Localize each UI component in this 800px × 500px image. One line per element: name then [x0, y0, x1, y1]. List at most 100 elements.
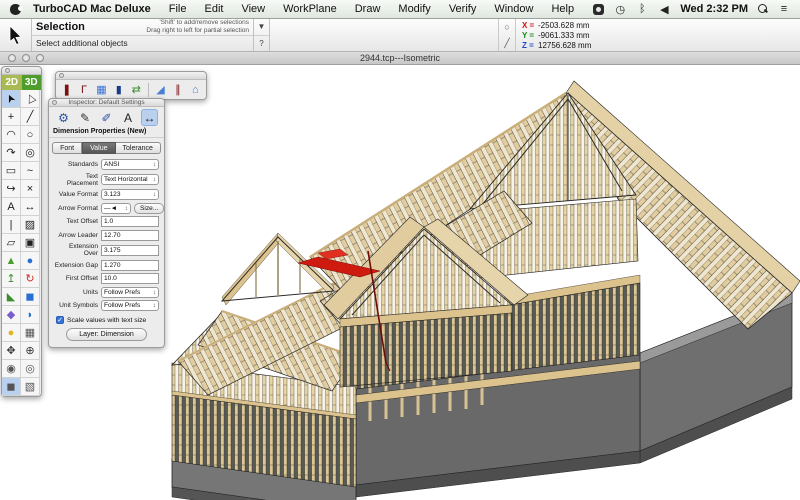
dimension-tool[interactable]: ↔	[21, 198, 40, 216]
door-tool[interactable]: ▮	[111, 82, 126, 98]
selection-cursor-icon[interactable]	[0, 19, 32, 51]
hatch-tool[interactable]: ▨	[21, 216, 40, 234]
arrow-size-button[interactable]: Size...	[134, 203, 164, 214]
inspector-titlebar[interactable]: Inspector: Default Settings	[49, 99, 164, 107]
sphere-3d-tool[interactable]: ●	[21, 252, 40, 270]
menu-item-verify[interactable]: Verify	[440, 1, 486, 17]
text-placement-select[interactable]: Text Horizontal↕	[101, 174, 159, 185]
fillet-tool[interactable]: ↪	[2, 180, 21, 198]
text-offset-input[interactable]: 1.0	[101, 216, 159, 227]
menu-item-edit[interactable]: Edit	[196, 1, 233, 17]
wall-tool[interactable]: ❚	[59, 82, 74, 98]
compass-mode-icon[interactable]: ○	[499, 19, 515, 35]
angle-mode-icon[interactable]: ╱	[499, 35, 515, 51]
roof-tool[interactable]: ⌂	[188, 82, 203, 98]
unit-symbols-select[interactable]: Follow Prefs↕	[101, 300, 159, 311]
revolve-tool[interactable]: ↻	[21, 270, 40, 288]
arrow-leader-input[interactable]: 12.70	[101, 230, 159, 241]
box-3d-tool[interactable]: ◼	[21, 288, 40, 306]
polyline-tool[interactable]: ▣	[21, 234, 40, 252]
menu-item-help[interactable]: Help	[542, 1, 583, 17]
select-tool[interactable]: ➤	[2, 90, 21, 108]
dimension-style-icon[interactable]: ↔	[141, 109, 158, 126]
inspector-section-header: Dimension Properties (New)	[49, 127, 164, 138]
value-format-select[interactable]: 3.123↕	[101, 189, 159, 200]
view-sphere-tool[interactable]: ◉	[2, 360, 21, 378]
spotlight-search-icon[interactable]	[758, 4, 768, 14]
ellipse-tool[interactable]: ◎	[21, 144, 40, 162]
architecture-toolbar-titlebar[interactable]	[56, 72, 206, 80]
wall-edit-tool[interactable]: ⇄	[129, 82, 144, 98]
pen-fill-icon[interactable]: ✐	[98, 109, 115, 126]
tab-tolerance[interactable]: Tolerance	[116, 142, 161, 154]
coord-y-value: -9061.333 mm	[538, 31, 590, 40]
notification-center-icon[interactable]: ≡	[778, 3, 790, 15]
corner-wall-tool[interactable]: Γ	[76, 82, 91, 98]
palette-close-button[interactable]	[5, 68, 10, 73]
tool-help-button[interactable]: ?	[254, 36, 269, 52]
cone-3d-tool[interactable]: ▲	[2, 252, 21, 270]
extrude-tool[interactable]: ↥	[2, 270, 21, 288]
curve-tool[interactable]: ↷	[2, 144, 21, 162]
point-tool[interactable]: +	[2, 108, 21, 126]
menu-item-window[interactable]: Window	[485, 1, 542, 17]
polygon-tool[interactable]: ▱	[2, 234, 21, 252]
boolean-union-tool[interactable]: ◆	[2, 306, 21, 324]
properties-gear-icon[interactable]: ⚙	[55, 109, 72, 126]
shaded-view-tool[interactable]: ◼	[2, 378, 21, 396]
view-globe-tool[interactable]: ◎	[21, 360, 40, 378]
tool-hint-2: Drag right to left for partial selection	[146, 27, 249, 35]
clock-status-icon[interactable]: ◷	[614, 3, 626, 16]
first-offset-input[interactable]: 10.0	[101, 273, 159, 284]
tab-font[interactable]: Font	[52, 142, 82, 154]
primitive-sphere-tool[interactable]: ●	[2, 324, 21, 342]
standards-select[interactable]: ANSI↕	[101, 159, 159, 170]
single-line-tool[interactable]: |	[2, 216, 21, 234]
spline-tool[interactable]: ~	[21, 162, 40, 180]
line-tool[interactable]: ╱	[21, 108, 40, 126]
tab-value[interactable]: Value	[82, 142, 115, 154]
render-grid-tool[interactable]: ▦	[21, 324, 40, 342]
mode-2d-button[interactable]: 2D	[2, 75, 22, 90]
pan-tool[interactable]: ✥	[2, 342, 21, 360]
window-tool[interactable]: ▦	[94, 82, 109, 98]
boolean-subtract-tool[interactable]: ◗	[21, 306, 40, 324]
menu-item-file[interactable]: File	[160, 1, 196, 17]
units-select[interactable]: Follow Prefs↕	[101, 287, 159, 298]
extension-gap-input[interactable]: 1.270	[101, 260, 159, 271]
text-style-icon[interactable]: A	[120, 109, 137, 126]
volume-icon[interactable]: ◀	[658, 3, 670, 16]
menu-item-view[interactable]: View	[232, 1, 274, 17]
checkbox-checked-icon[interactable]: ✓	[56, 316, 64, 324]
arrow-leader-label: Arrow Leader	[54, 232, 98, 239]
slab-tool[interactable]: ◢	[153, 82, 168, 98]
rectangle-tool[interactable]: ▭	[2, 162, 21, 180]
palette-close-button[interactable]	[59, 73, 64, 78]
sweep-tool[interactable]: ◣	[2, 288, 21, 306]
trim-tool[interactable]: ×	[21, 180, 40, 198]
wireframe-view-tool[interactable]: ▧	[21, 378, 40, 396]
mode-toggle: 2D 3D	[2, 75, 41, 90]
status-app-icon[interactable]	[593, 4, 604, 15]
pencil-icon[interactable]: ✎	[77, 109, 94, 126]
tool-options-dropdown[interactable]: ▼	[254, 19, 269, 36]
apple-menu-icon[interactable]	[10, 4, 21, 15]
railing-tool[interactable]: ∥	[170, 82, 185, 98]
menu-item-modify[interactable]: Modify	[389, 1, 439, 17]
open-select-tool[interactable]: ▷	[21, 90, 40, 108]
tool-palette-titlebar[interactable]	[2, 67, 41, 75]
circle-tool[interactable]: ○	[21, 126, 40, 144]
zoom-tool[interactable]: ⊕	[21, 342, 40, 360]
mode-3d-button[interactable]: 3D	[22, 75, 42, 90]
arrow-format-select[interactable]: —◄↕	[101, 203, 131, 214]
menu-item-draw[interactable]: Draw	[346, 1, 390, 17]
text-tool[interactable]: A	[2, 198, 21, 216]
layer-dimension-button[interactable]: Layer: Dimension	[66, 328, 146, 341]
menu-clock[interactable]: Wed 2:32 PM	[680, 3, 748, 15]
extension-over-input[interactable]: 3.175	[101, 245, 159, 256]
menu-item-workplane[interactable]: WorkPlane	[274, 1, 346, 17]
menu-item-turbocad-mac-deluxe[interactable]: TurboCAD Mac Deluxe	[33, 1, 160, 17]
checkbox-label: Scale values with text size	[67, 317, 146, 324]
arc-tool[interactable]: ◠	[2, 126, 21, 144]
bluetooth-icon[interactable]: ᛒ	[636, 3, 648, 15]
